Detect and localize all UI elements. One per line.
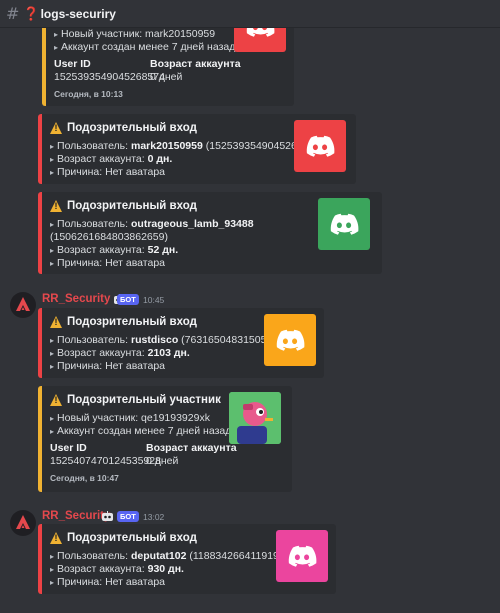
embed-line: Причина: Нет аватара (57, 257, 165, 269)
embed-line: Возраст аккаунта: (57, 347, 148, 359)
discord-logo-icon[interactable] (276, 530, 328, 582)
field-label: Возраст аккаунта (146, 442, 237, 454)
channel-header: # ❓ logs-securiry (0, 0, 500, 28)
embed-title: Подозрительный вход (67, 532, 197, 544)
warning-icon (50, 394, 63, 406)
user-avatar-image[interactable] (229, 392, 281, 444)
embed-line: Пользователь: (57, 334, 131, 346)
timestamp[interactable]: 10:45 (143, 295, 164, 305)
bot-badge: БОТ (117, 511, 139, 522)
channel-name[interactable]: logs-securiry (41, 7, 116, 21)
discord-logo-icon[interactable] (294, 120, 346, 172)
warning-icon (50, 122, 63, 134)
embed-title: Подозрительный вход (67, 122, 197, 134)
bot-logo-icon (16, 515, 30, 529)
robot-icon (102, 511, 113, 521)
account-age: 2103 дн. (147, 347, 190, 359)
hash-icon: # (6, 4, 20, 23)
embed-footer: Сегодня, в 10:47 (50, 473, 119, 483)
embed-line: Пользователь: (57, 218, 131, 230)
embed-line: Новый участник: mark20150959 (61, 28, 216, 40)
embed-suspicious-login-2: Подозрительный вход ▸Пользователь: outra… (38, 192, 382, 274)
embed-line: Возраст аккаунта: (57, 153, 148, 165)
embed-line: Возраст аккаунта: (57, 244, 148, 256)
embed-suspicious-login-4: Подозрительный вход ▸Пользователь: deput… (38, 524, 336, 594)
embed-title: Подозрительный участник (67, 394, 221, 406)
bot-badge: БОТ (117, 294, 139, 305)
author-name[interactable]: RR_Security (42, 293, 110, 305)
embed-line: Новый участник: qe19193929xk (57, 412, 210, 424)
channel-emoji: ❓ (23, 5, 40, 21)
embed-title: Подозрительный вход (67, 200, 197, 212)
embed-suspicious-member: Подозрительный участник ▸Новый участник:… (38, 386, 292, 492)
discord-logo-icon[interactable] (318, 198, 370, 250)
field-value: 1525393549045268574 (54, 71, 165, 83)
warning-icon (50, 200, 63, 212)
username: mark20150959 (131, 140, 203, 152)
embed-line: Причина: Нет аватара (57, 166, 165, 178)
embed-title: Подозрительный вход (67, 316, 197, 328)
username: deputat102 (131, 550, 187, 562)
embed-line: Причина: Нет аватара (57, 360, 165, 372)
username: outrageous_lamb_93488 (131, 218, 254, 230)
timestamp[interactable]: 13:02 (143, 512, 164, 522)
embed-suspicious-login-3: Подозрительный вход ▸Пользователь: rustd… (38, 308, 324, 378)
embed-line: Пользователь: (57, 550, 131, 562)
embed-suspicious-login-1: Подозрительный вход ▸Пользователь: mark2… (38, 114, 356, 184)
field-value: 0 дней (150, 71, 183, 83)
embed-footer: Сегодня, в 10:13 (54, 89, 123, 99)
warning-icon (50, 316, 63, 328)
account-age: 930 дн. (147, 563, 184, 575)
field-value: 1525407470124535928 (50, 455, 161, 467)
field-label: Возраст аккаунта (150, 58, 241, 70)
account-age: 52 дн. (147, 244, 179, 256)
user-id: (1506261684803862659) (50, 231, 168, 243)
discord-logo-icon[interactable] (264, 314, 316, 366)
avatar[interactable] (10, 292, 36, 318)
embed-line: Аккаунт создан менее 7 дней назад (61, 41, 236, 53)
embed-line: Аккаунт создан менее 7 дней назад (57, 425, 232, 437)
field-value: 0 дней (146, 455, 179, 467)
account-age: 0 дн. (147, 153, 173, 165)
avatar[interactable] (10, 510, 36, 536)
field-label: User ID (54, 58, 91, 70)
username: rustdisco (131, 334, 179, 346)
bot-logo-icon (16, 297, 30, 311)
field-label: User ID (50, 442, 87, 454)
embed-line: Возраст аккаунта: (57, 563, 148, 575)
embed-line: Пользователь: (57, 140, 131, 152)
embed-line: Причина: Нет аватара (57, 576, 165, 588)
warning-icon (50, 532, 63, 544)
